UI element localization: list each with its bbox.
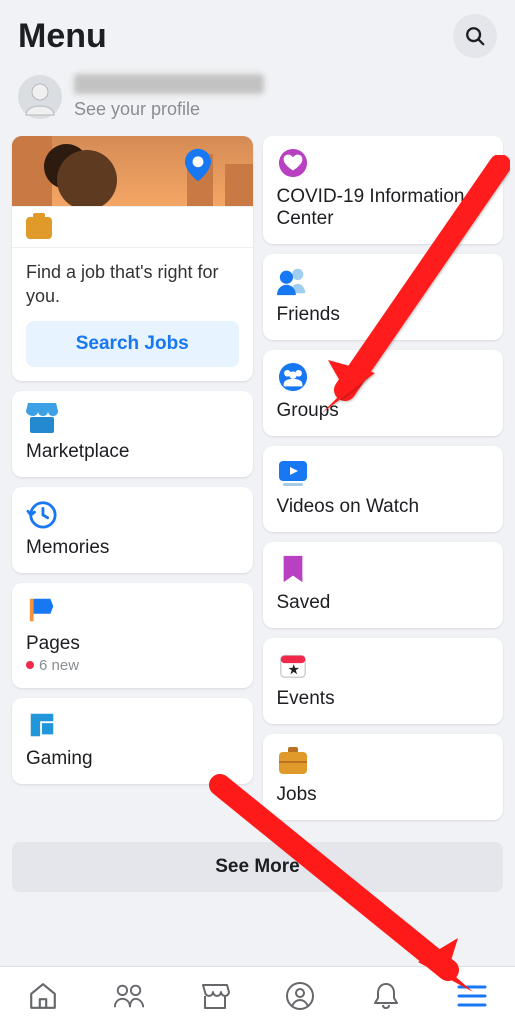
home-icon xyxy=(28,981,58,1011)
jobs-tile[interactable]: Jobs xyxy=(263,734,504,820)
covid-label: COVID-19 Information Center xyxy=(277,186,490,230)
marketplace-icon xyxy=(26,403,58,433)
friends-tile[interactable]: Friends xyxy=(263,254,504,340)
memories-icon xyxy=(26,499,58,529)
groups-label: Groups xyxy=(277,400,490,422)
covid-tile[interactable]: COVID-19 Information Center xyxy=(263,136,504,244)
memories-tile[interactable]: Memories xyxy=(12,487,253,573)
jobs-icon-row xyxy=(12,206,253,248)
left-column: Find a job that's right for you. Search … xyxy=(12,136,253,820)
nav-friends[interactable] xyxy=(113,980,145,1012)
covid-heart-icon xyxy=(277,148,309,178)
people-icon xyxy=(113,981,145,1011)
pages-label: Pages xyxy=(26,633,239,655)
videos-icon xyxy=(277,458,309,488)
bell-icon xyxy=(372,981,400,1011)
jobs-label: Jobs xyxy=(277,784,490,806)
search-button[interactable] xyxy=(453,14,497,58)
hamburger-icon xyxy=(457,984,487,1008)
gaming-label: Gaming xyxy=(26,748,239,770)
marketplace-label: Marketplace xyxy=(26,441,239,463)
menu-header: Menu xyxy=(0,0,515,68)
memories-label: Memories xyxy=(26,537,239,559)
events-icon: ★ xyxy=(277,650,309,680)
nav-menu[interactable] xyxy=(456,980,488,1012)
videos-label: Videos on Watch xyxy=(277,496,490,518)
videos-tile[interactable]: Videos on Watch xyxy=(263,446,504,532)
jobs-banner-illustration xyxy=(12,136,253,206)
events-tile[interactable]: ★ Events xyxy=(263,638,504,724)
saved-tile[interactable]: Saved xyxy=(263,542,504,628)
shortcut-grid: Find a job that's right for you. Search … xyxy=(0,136,515,820)
search-icon xyxy=(464,25,486,47)
friends-icon xyxy=(277,266,309,296)
nav-profile[interactable] xyxy=(284,980,316,1012)
groups-icon xyxy=(277,362,309,392)
profile-name-redacted xyxy=(74,74,264,94)
briefcase-icon xyxy=(277,746,309,776)
briefcase-small-icon xyxy=(26,217,52,239)
location-pin-icon xyxy=(185,148,211,182)
pages-tile[interactable]: Pages 6 new xyxy=(12,583,253,688)
gaming-tile[interactable]: Gaming xyxy=(12,698,253,784)
profile-avatar xyxy=(18,75,62,119)
profile-subtitle: See your profile xyxy=(74,99,264,120)
profile-row[interactable]: See your profile xyxy=(0,68,515,136)
gaming-icon xyxy=(26,710,58,740)
search-jobs-button[interactable]: Search Jobs xyxy=(26,321,239,367)
jobs-promo-text: Find a job that's right for you. xyxy=(12,260,253,321)
profile-circle-icon xyxy=(285,981,315,1011)
friends-label: Friends xyxy=(277,304,490,326)
nav-notifications[interactable] xyxy=(370,980,402,1012)
marketplace-tile[interactable]: Marketplace xyxy=(12,391,253,477)
pages-badge: 6 new xyxy=(26,657,239,674)
pages-icon xyxy=(26,595,58,625)
right-column: COVID-19 Information Center Friends Grou… xyxy=(263,136,504,820)
saved-label: Saved xyxy=(277,592,490,614)
events-label: Events xyxy=(277,688,490,710)
saved-icon xyxy=(277,554,309,584)
nav-marketplace[interactable] xyxy=(199,980,231,1012)
see-more-button[interactable]: See More xyxy=(12,842,503,892)
page-title: Menu xyxy=(18,17,107,56)
nav-home[interactable] xyxy=(27,980,59,1012)
jobs-promo-card[interactable]: Find a job that's right for you. Search … xyxy=(12,136,253,381)
groups-tile[interactable]: Groups xyxy=(263,350,504,436)
svg-text:★: ★ xyxy=(288,662,299,676)
storefront-icon xyxy=(200,981,230,1011)
bottom-nav xyxy=(0,966,515,1024)
